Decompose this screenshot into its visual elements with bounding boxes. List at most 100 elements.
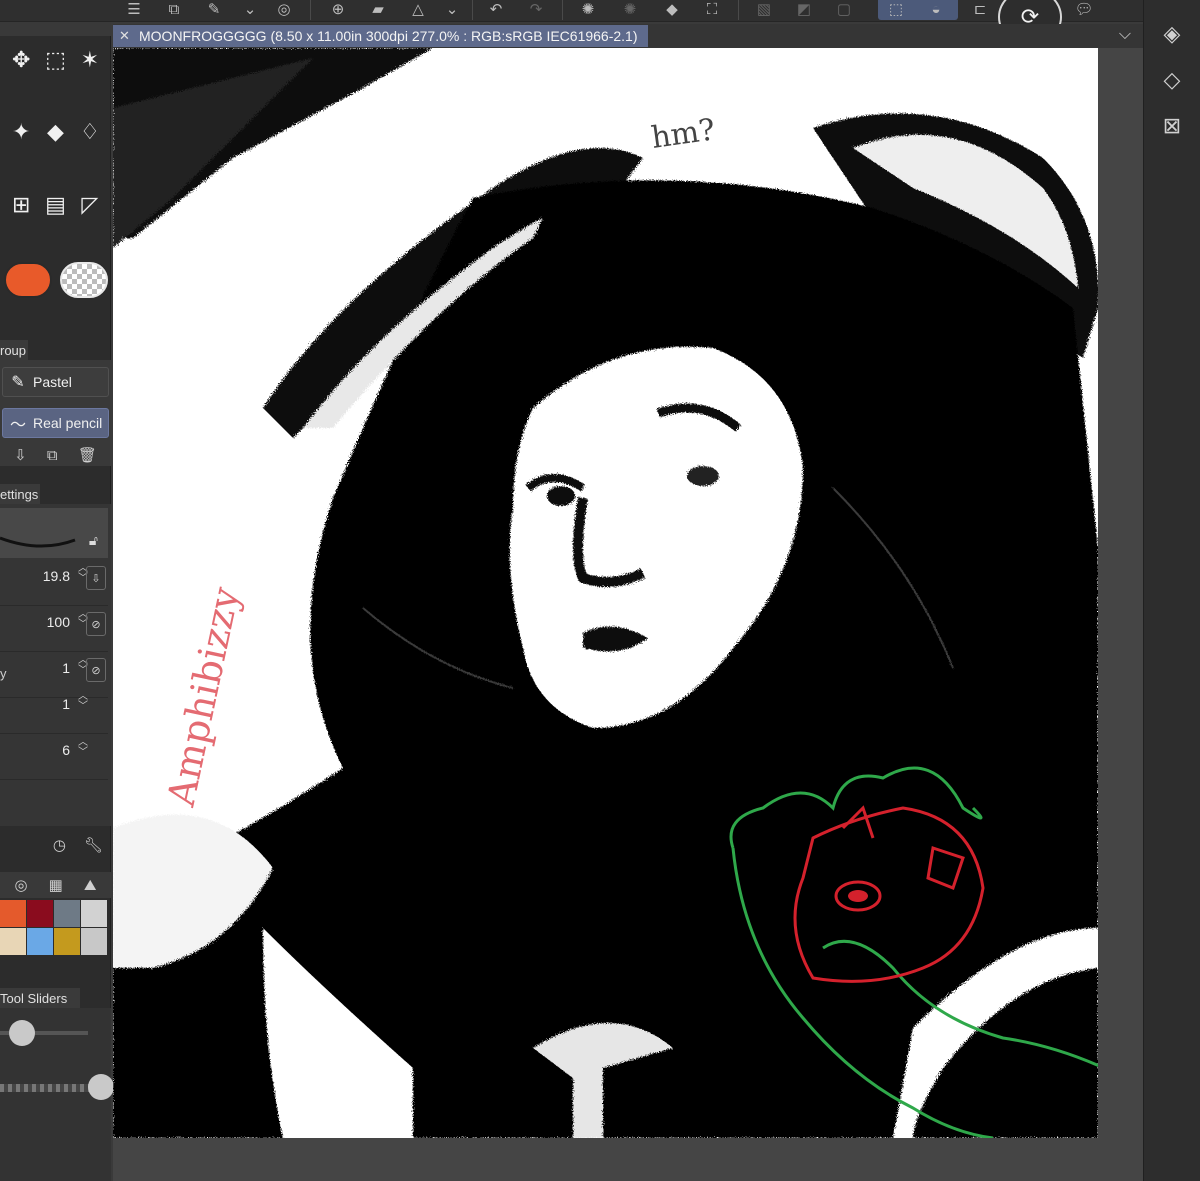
tool-row-3: ⊞ ▤ ◸ — [0, 183, 111, 227]
flip-icon[interactable]: ◒ — [924, 0, 948, 18]
timer-icon[interactable]: ◷ — [53, 836, 66, 854]
redo-icon[interactable]: ↷ — [524, 0, 548, 18]
separator — [472, 0, 473, 20]
pencil-stroke-icon: 〜 — [9, 417, 26, 434]
auto-select-icon[interactable]: ✶ — [75, 45, 105, 75]
main-color-swatch[interactable] — [4, 262, 52, 298]
spin-icon[interactable]: ︿ ﹀ — [78, 692, 88, 712]
menu-icon[interactable]: ☰ — [122, 0, 146, 18]
chevron-down-icon[interactable]: ⌵ — [1119, 26, 1131, 44]
canvas-signature-text: Amphibizzy — [159, 583, 249, 811]
color-wheel-icon[interactable]: ◎ — [15, 876, 28, 894]
opacity-slider-track[interactable] — [0, 1084, 100, 1092]
tool-row-1: ✥ ⬚ ✶ — [0, 38, 111, 82]
close-icon[interactable]: ✕ — [119, 28, 131, 44]
chat-icon[interactable]: 💬︎ — [1072, 0, 1096, 18]
import-icon[interactable]: ⇩ — [14, 446, 27, 464]
document-title: MOONFROGGGGG (8.50 x 11.00in 300dpi 277.… — [139, 28, 638, 44]
param-value[interactable]: 6 — [62, 742, 70, 758]
palette-swatch[interactable] — [0, 900, 26, 927]
gradient-icon[interactable]: ▤ — [40, 190, 70, 220]
deselect-icon[interactable]: ◩ — [792, 0, 816, 18]
crop-icon[interactable]: ▢ — [832, 0, 856, 18]
clear-icon[interactable]: ▰ — [366, 0, 390, 18]
flip-icon[interactable]: ⊏ — [968, 0, 992, 18]
size-slider-knob[interactable] — [9, 1020, 35, 1046]
fill-bucket-icon[interactable]: ✺ — [618, 0, 642, 18]
param-label: y — [0, 666, 7, 681]
tool-row-2: ✦ ◆ ♢ — [0, 110, 111, 154]
separator — [738, 0, 739, 20]
sparkle-icon[interactable]: ✦ — [6, 117, 36, 147]
red-sketch-eye — [848, 890, 868, 902]
brush-group-tab[interactable]: roup — [0, 340, 28, 360]
palette-swatch[interactable] — [54, 928, 80, 955]
pencil-icon: ✎ — [11, 374, 25, 391]
chevron-down-icon[interactable]: ⌄ — [240, 0, 260, 18]
selection-active-icon[interactable]: ⬚ — [884, 0, 908, 18]
param-stabilization: 6 ︿ ﹀ — [0, 736, 108, 780]
fill-bucket-icon[interactable]: ◆ — [660, 0, 684, 18]
duplicate-icon[interactable]: ⧉ — [47, 447, 58, 464]
drawing-canvas[interactable]: hm? Amphibizzy — [113, 48, 1098, 1138]
canvas-area[interactable]: hm? Amphibizzy — [113, 48, 1143, 1181]
chevron-down-icon[interactable]: ⌄ — [442, 0, 462, 18]
separator — [562, 0, 563, 20]
right-panel: ◈ ◇ ⊠ — [1143, 0, 1200, 1181]
color-set-icon[interactable]: ▦ — [49, 876, 63, 894]
clear-icon[interactable]: △ — [406, 0, 430, 18]
fill-icon[interactable]: ⊕ — [326, 0, 350, 18]
pressure-icon[interactable]: ⊘ — [86, 612, 106, 636]
layers-icon[interactable]: ◈ — [1158, 20, 1186, 48]
palette-swatch[interactable] — [27, 928, 53, 955]
brush-item-label: Pastel — [33, 374, 72, 390]
artwork: hm? Amphibizzy — [113, 48, 1098, 1138]
fill-icon[interactable]: ⊞ — [6, 190, 36, 220]
transparent-color-swatch[interactable] — [60, 262, 108, 298]
rectangle-select-icon[interactable]: ⬚ — [40, 45, 70, 75]
brush-actions: ⇩ ⧉ 🗑 — [0, 442, 111, 468]
param-value[interactable]: 1 — [62, 660, 70, 676]
move-icon[interactable]: ✥ — [6, 45, 36, 75]
undo-icon[interactable]: ↶ — [484, 0, 508, 18]
param-opacity: 100 ︿ ﹀ ⊘ — [0, 608, 108, 652]
transform-icon[interactable]: ⛶ — [700, 0, 724, 18]
open-file-icon[interactable]: ✎ — [202, 0, 226, 18]
color-palette — [0, 900, 107, 958]
trash-icon[interactable]: 🗑 — [78, 446, 97, 464]
palette-swatch[interactable] — [0, 928, 26, 955]
settings-actions: ◷ 🔧︎ — [0, 832, 111, 858]
document-tab[interactable]: ✕ MOONFROGGGGG (8.50 x 11.00in 300dpi 27… — [113, 25, 648, 47]
blend-icon[interactable]: ♢ — [75, 117, 105, 147]
brush-item-real-pencil[interactable]: 〜 Real pencil — [2, 408, 109, 438]
param-value[interactable]: 19.8 — [43, 568, 70, 584]
lock-icon[interactable]: 🔓︎ — [89, 532, 98, 549]
stroke-preview: 🔓︎ — [0, 508, 108, 558]
palette-swatch[interactable] — [81, 900, 107, 927]
param-value[interactable]: 1 — [62, 696, 70, 712]
palette-swatch[interactable] — [81, 928, 107, 955]
eraser-icon[interactable]: ◆ — [40, 117, 70, 147]
close-panel-icon[interactable]: ⊠ — [1158, 112, 1186, 140]
color-panel-tabs: ◎ ▦ ⛰ — [0, 872, 111, 898]
wrench-icon[interactable]: 🔧︎ — [84, 836, 103, 854]
download-icon[interactable]: ⇩ — [86, 566, 106, 590]
canvas-question-text: hm? — [649, 112, 717, 156]
tool-sliders-tab[interactable]: Tool Sliders — [0, 988, 80, 1008]
loading-icon[interactable]: ✺ — [576, 0, 600, 18]
select-all-icon[interactable]: ▧ — [752, 0, 776, 18]
brush-item-pastel[interactable]: ✎ Pastel — [2, 367, 109, 397]
palette-swatch[interactable] — [54, 900, 80, 927]
opacity-slider-knob[interactable] — [88, 1074, 114, 1100]
save-icon[interactable]: ◎ — [272, 0, 296, 18]
spin-icon[interactable]: ︿ ﹀ — [78, 738, 88, 758]
color-mix-icon[interactable]: ⛰ — [84, 877, 97, 894]
layer-properties-icon[interactable]: ◇ — [1158, 66, 1186, 94]
palette-swatch[interactable] — [27, 900, 53, 927]
param-value[interactable]: 100 — [47, 614, 70, 630]
ruler-icon[interactable]: ◸ — [75, 190, 105, 220]
new-file-icon[interactable]: ⧉ — [162, 0, 186, 18]
tool-settings-tab[interactable]: ettings — [0, 484, 40, 504]
param-brush-size: 19.8 ︿ ﹀ ⇩ — [0, 562, 108, 606]
pressure-icon[interactable]: ⊘ — [86, 658, 106, 682]
